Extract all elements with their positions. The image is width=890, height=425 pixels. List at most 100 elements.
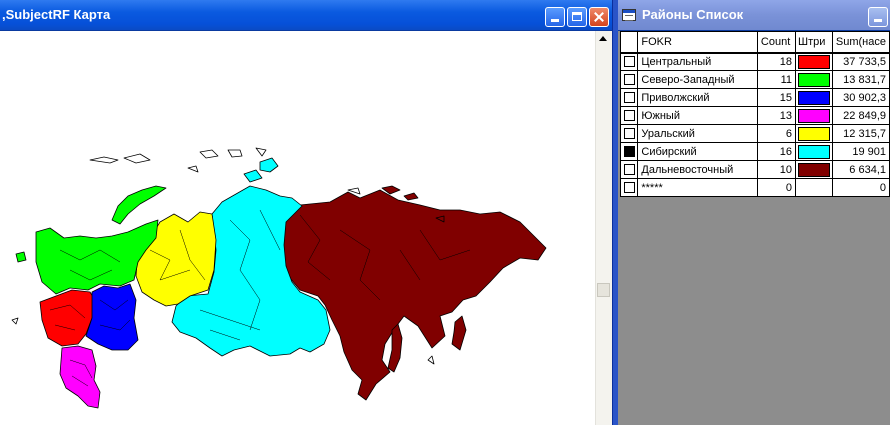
table-row[interactable]: ***** 0 0	[619, 178, 890, 197]
minimize-button[interactable]	[545, 7, 565, 27]
table-row[interactable]: Южный 13 22 849,9	[619, 106, 890, 125]
row-checkbox[interactable]	[623, 110, 635, 122]
table-row[interactable]: Центральный 18 37 733,5	[619, 52, 890, 71]
table-row[interactable]: Приволжский 15 30 902,3	[619, 88, 890, 107]
map-region-central	[39, 289, 97, 347]
row-select-cell[interactable]	[619, 88, 639, 107]
sum-cell: 37 733,5	[831, 52, 890, 71]
list-window-titlebar[interactable]: Районы Список	[618, 0, 890, 31]
table-row[interactable]: Дальневосточный 10 6 634,1	[619, 160, 890, 179]
row-select-cell[interactable]	[619, 124, 639, 143]
map-region-volga	[85, 283, 139, 351]
count-cell: 6	[756, 124, 797, 143]
map-island-kamchatka-tip	[451, 315, 467, 351]
color-swatch-cell	[795, 106, 833, 125]
row-select-cell[interactable]	[619, 70, 639, 89]
column-header-sum[interactable]: Sum(насе	[831, 31, 890, 54]
map-window-titlebar[interactable]: ,SubjectRF Карта	[0, 0, 612, 31]
scroll-thumb[interactable]	[597, 283, 610, 297]
map-island-outline	[199, 149, 219, 159]
column-header-shtrikh[interactable]: Штри	[795, 31, 833, 54]
count-cell: 11	[756, 70, 797, 89]
color-swatch-cell	[795, 52, 833, 71]
list-minimize-button[interactable]	[868, 7, 888, 27]
sum-cell: 0	[831, 178, 890, 197]
row-checkbox[interactable]	[623, 146, 635, 158]
sum-cell: 30 902,3	[831, 88, 890, 107]
map-vertical-scrollbar[interactable]	[595, 31, 612, 425]
column-header-count[interactable]: Count	[756, 31, 797, 54]
color-swatch-cell	[795, 124, 833, 143]
sum-cell: 6 634,1	[831, 160, 890, 179]
map-island-taimyr-north	[243, 169, 263, 183]
map-island-outline	[89, 156, 119, 164]
row-select-cell[interactable]	[619, 106, 639, 125]
district-name-cell: Приволжский	[637, 88, 758, 107]
header-select-cell	[619, 31, 639, 54]
map-region-kaliningrad	[15, 251, 27, 263]
color-swatch	[798, 54, 830, 69]
row-checkbox[interactable]	[623, 56, 635, 68]
map-region-southern	[59, 345, 101, 409]
district-name-cell: Южный	[637, 106, 758, 125]
row-select-cell[interactable]	[619, 160, 639, 179]
sum-cell: 13 831,7	[831, 70, 890, 89]
map-region-far-eastern	[281, 189, 547, 401]
color-swatch	[798, 90, 830, 105]
color-swatch	[798, 162, 830, 177]
map-island-novaya-zemlya	[111, 185, 167, 225]
row-select-cell[interactable]	[619, 178, 639, 197]
district-name-cell: *****	[637, 178, 758, 197]
map-island-outline	[123, 153, 151, 164]
count-cell: 13	[756, 106, 797, 125]
count-cell: 16	[756, 142, 797, 161]
count-cell: 15	[756, 88, 797, 107]
map-island-severnaya-zemlya	[259, 157, 279, 173]
count-cell: 0	[756, 178, 797, 197]
table-row[interactable]: Северо-Западный 11 13 831,7	[619, 70, 890, 89]
list-window-title: Районы Список	[642, 7, 744, 22]
row-checkbox[interactable]	[623, 128, 635, 140]
color-swatch	[798, 108, 830, 123]
browser-window-icon	[622, 9, 636, 21]
district-name-cell: Сибирский	[637, 142, 758, 161]
color-swatch-cell	[795, 88, 833, 107]
sum-cell: 22 849,9	[831, 106, 890, 125]
row-checkbox[interactable]	[623, 182, 635, 194]
table-row[interactable]: Сибирский 16 19 901	[619, 142, 890, 161]
maximize-button[interactable]	[567, 7, 587, 27]
map-island-outline	[187, 165, 199, 173]
row-select-cell[interactable]	[619, 52, 639, 71]
color-swatch-cell	[795, 178, 833, 197]
list-window: Районы Список FOKR Count Штри Sum(насе Ц…	[618, 0, 890, 425]
color-swatch-cell	[795, 70, 833, 89]
row-checkbox[interactable]	[623, 74, 635, 86]
color-swatch-cell	[795, 160, 833, 179]
map-island-outline	[11, 317, 19, 325]
count-cell: 18	[756, 52, 797, 71]
district-name-cell: Северо-Западный	[637, 70, 758, 89]
close-button[interactable]	[589, 7, 609, 27]
column-header-fokr[interactable]: FOKR	[637, 31, 758, 54]
color-swatch	[798, 126, 830, 141]
table-header-row: FOKR Count Штри Sum(насе	[619, 31, 890, 54]
map-window-title: ,SubjectRF Карта	[2, 7, 111, 22]
russia-federal-districts-map[interactable]	[0, 31, 596, 425]
map-island-new-siberian	[403, 192, 419, 201]
districts-table: FOKR Count Штри Sum(насе Центральный 18 37…	[619, 31, 890, 197]
sum-cell: 12 315,7	[831, 124, 890, 143]
row-select-cell[interactable]	[619, 142, 639, 161]
map-window: ,SubjectRF Карта	[0, 0, 612, 425]
row-checkbox[interactable]	[623, 92, 635, 104]
scroll-up-arrow-icon[interactable]	[599, 36, 607, 41]
count-cell: 10	[756, 160, 797, 179]
district-name-cell: Дальневосточный	[637, 160, 758, 179]
row-checkbox[interactable]	[623, 164, 635, 176]
map-island-outline	[227, 149, 243, 158]
table-row[interactable]: Уральский 6 12 315,7	[619, 124, 890, 143]
map-island-outline	[255, 147, 267, 157]
district-name-cell: Центральный	[637, 52, 758, 71]
color-swatch	[798, 144, 830, 159]
district-name-cell: Уральский	[637, 124, 758, 143]
map-island-outline	[427, 355, 435, 365]
